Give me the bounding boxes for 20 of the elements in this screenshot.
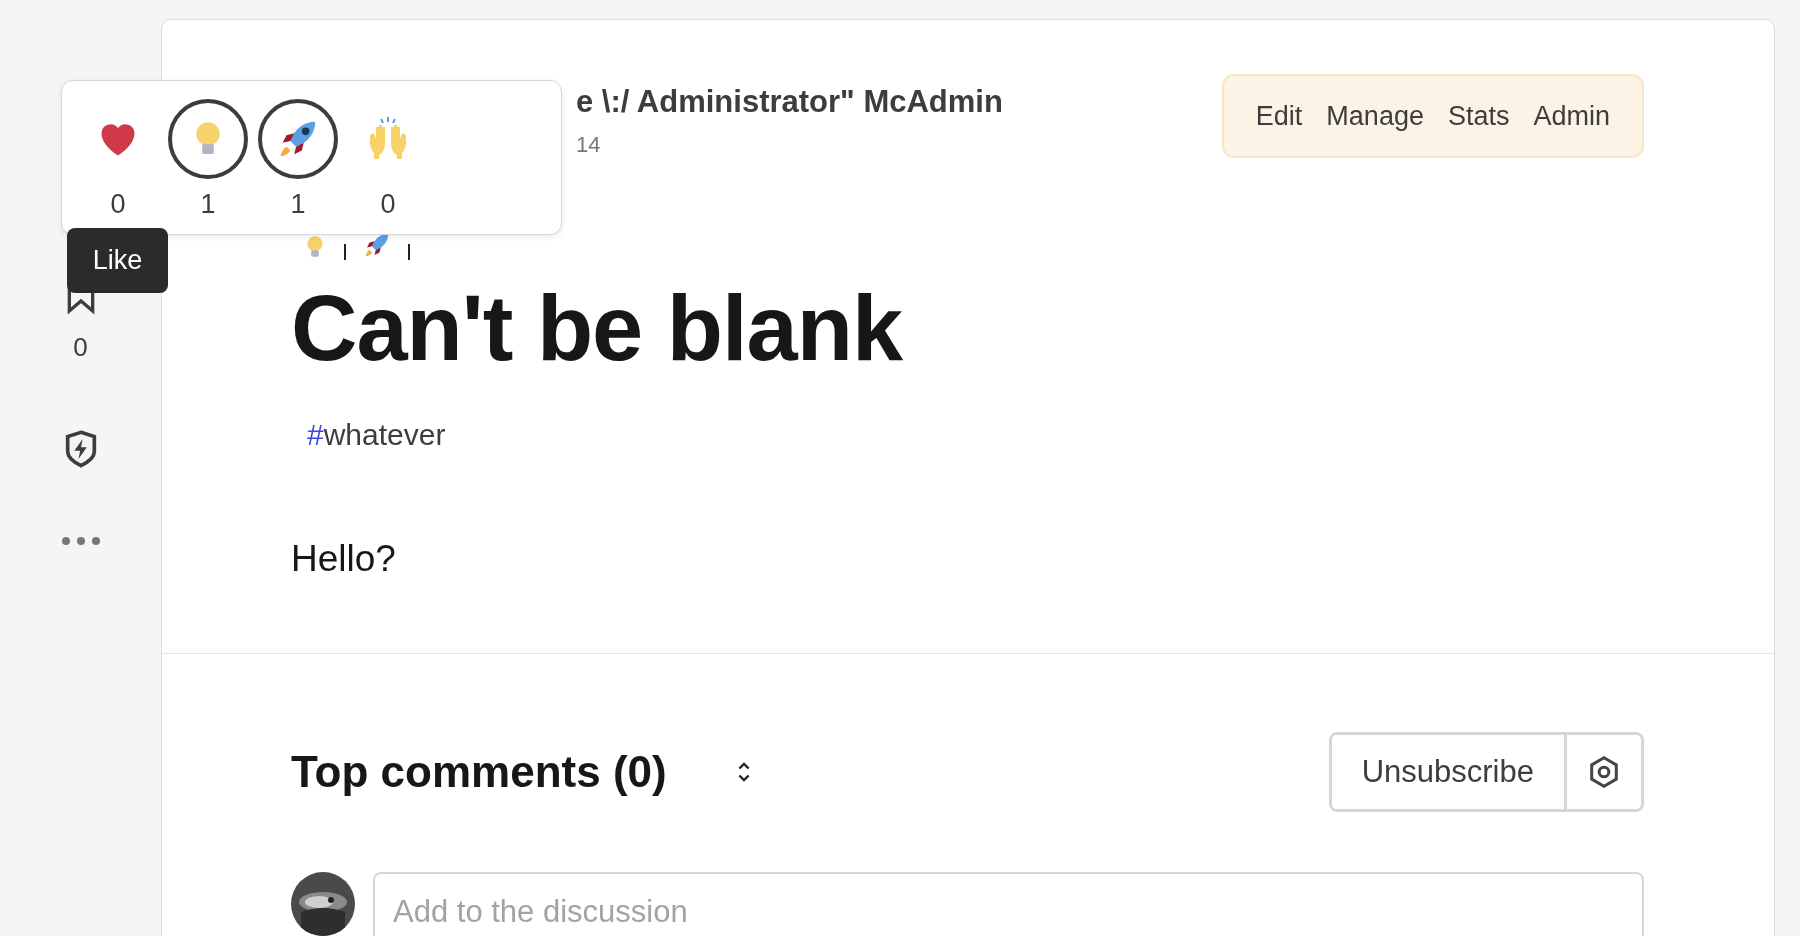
reaction-count: 0: [380, 189, 396, 220]
post-date: 14: [576, 132, 602, 158]
reaction-count: 1: [290, 189, 306, 220]
author-name[interactable]: e \:/ Administrator" McAdmin: [576, 84, 1003, 120]
reaction-count: 0: [110, 189, 126, 220]
article-title: Can't be blank: [291, 278, 904, 378]
bookmark-count: 0: [73, 332, 88, 363]
more-icon[interactable]: [60, 536, 101, 546]
reaction-count: 1: [200, 189, 216, 220]
comment-input[interactable]: Add to the discussion: [373, 872, 1644, 936]
comments-heading: Top comments (0): [291, 747, 667, 797]
article-action-link[interactable]: Stats: [1439, 100, 1518, 132]
tag-link[interactable]: #whatever: [307, 418, 446, 451]
article-action-link[interactable]: Admin: [1525, 100, 1618, 132]
article-body: Hello?: [291, 538, 397, 580]
unsubscribe-button[interactable]: Unsubscribe: [1331, 735, 1567, 809]
article-action-link[interactable]: Manage: [1318, 100, 1432, 132]
sort-icon[interactable]: [736, 760, 751, 784]
tooltip: Like: [67, 228, 168, 293]
article-action-link[interactable]: Edit: [1247, 100, 1311, 132]
